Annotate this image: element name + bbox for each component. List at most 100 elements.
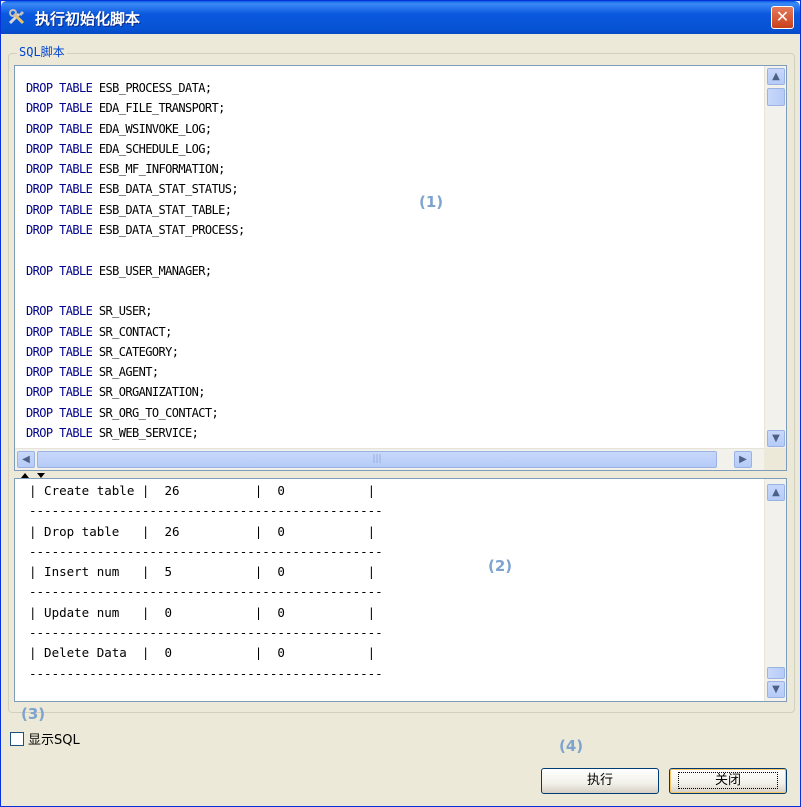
sql-table-name: ESB_DATA_STAT_TABLE; bbox=[92, 202, 232, 217]
close-button[interactable]: 关闭 bbox=[669, 768, 787, 794]
sql-line: DROP TABLE SR_CATEGORY; bbox=[26, 342, 245, 362]
sql-table-name: SR_WEB_SERVICE; bbox=[92, 426, 199, 441]
sql-script-content: DROP TABLE ESB_PROCESS_DATA; DROP TABLE E… bbox=[26, 78, 245, 443]
scroll-down-button[interactable]: ▼ bbox=[767, 430, 785, 447]
sql-table-name: SR_USER; bbox=[92, 304, 153, 319]
scroll-up-icon: ▲ bbox=[772, 487, 780, 498]
sql-line: DROP TABLE ESB_PROCESS_DATA; bbox=[26, 78, 245, 98]
sql-line: DROP TABLE ESB_USER_MANAGER; bbox=[26, 261, 245, 281]
dialog-window: 执行初始化脚本 ✕ SQL脚本 DROP TABLE ESB_PROCESS_D… bbox=[0, 0, 801, 807]
scroll-up-button[interactable]: ▲ bbox=[767, 68, 785, 85]
sql-keyword: DROP TABLE bbox=[26, 121, 93, 136]
annotation-marker-2: (2) bbox=[488, 557, 513, 575]
sql-keyword: DROP TABLE bbox=[26, 385, 93, 400]
sql-line: DROP TABLE ESB_DATA_STAT_STATUS; bbox=[26, 179, 245, 199]
result-separator: ----------------------------------------… bbox=[29, 503, 383, 519]
sql-keyword: DROP TABLE bbox=[26, 263, 93, 278]
sql-table-name: ESB_DATA_STAT_STATUS; bbox=[92, 182, 239, 197]
sql-keyword: DROP TABLE bbox=[26, 304, 93, 319]
scroll-thumb[interactable] bbox=[767, 88, 785, 106]
result-scroll-up-button[interactable]: ▲ bbox=[767, 484, 785, 501]
result-row: | Create table | 26 | 0 | bbox=[29, 483, 376, 498]
result-table-content: | Create table | 26 | 0 | ---------------… bbox=[29, 481, 383, 684]
sql-keyword: DROP TABLE bbox=[26, 344, 93, 359]
result-row: | Delete Data | 0 | 0 | bbox=[29, 645, 376, 661]
result-vertical-scrollbar[interactable]: ▲ ▼ bbox=[764, 479, 786, 701]
show-sql-label: 显示SQL bbox=[28, 733, 80, 748]
close-icon: ✕ bbox=[775, 7, 790, 26]
scroll-corner bbox=[764, 448, 786, 470]
sql-keyword: DROP TABLE bbox=[26, 141, 93, 156]
result-scroll-down-button[interactable]: ▼ bbox=[767, 681, 785, 698]
sql-table-name: EDA_FILE_TRANSPORT; bbox=[92, 101, 225, 116]
result-row: | Drop table | 26 | 0 | bbox=[29, 523, 376, 539]
sql-line: DROP TABLE SR_CONTACT; bbox=[26, 322, 245, 342]
sql-table-name: SR_CATEGORY; bbox=[92, 344, 179, 359]
sql-keyword: DROP TABLE bbox=[26, 324, 93, 339]
sql-keyword: DROP TABLE bbox=[26, 81, 93, 95]
sql-line: DROP TABLE EDA_SCHEDULE_LOG; bbox=[26, 139, 245, 159]
sql-keyword: DROP TABLE bbox=[26, 365, 93, 380]
result-separator: ----------------------------------------… bbox=[29, 584, 383, 600]
result-separator: ----------------------------------------… bbox=[29, 543, 383, 559]
scroll-left-icon: ◀ bbox=[22, 454, 30, 465]
sql-line: DROP TABLE ESB_DATA_STAT_PROCESS; bbox=[26, 220, 245, 240]
group-label: SQL脚本 bbox=[17, 43, 67, 60]
scroll-right-icon: ▶ bbox=[739, 454, 747, 465]
result-output-textarea[interactable]: | Create table | 26 | 0 | ---------------… bbox=[14, 478, 787, 702]
result-row: | Insert num | 5 | 0 | bbox=[29, 564, 376, 580]
scroll-up-icon: ▲ bbox=[772, 71, 780, 82]
annotation-marker-4: (4) bbox=[559, 737, 584, 755]
annotation-marker-1: (1) bbox=[419, 193, 444, 211]
scroll-down-icon: ▼ bbox=[772, 684, 780, 695]
sql-line: DROP TABLE ESB_MF_INFORMATION; bbox=[26, 159, 245, 179]
script-vertical-scrollbar[interactable]: ▲ ▼ bbox=[764, 66, 786, 449]
sql-line: DROP TABLE SR_ORGANIZATION; bbox=[26, 382, 245, 402]
sql-table-name: EDA_WSINVOKE_LOG; bbox=[92, 121, 212, 136]
sql-table-name: ESB_MF_INFORMATION; bbox=[92, 162, 225, 177]
sql-keyword: DROP TABLE bbox=[26, 182, 93, 197]
scroll-left-button[interactable]: ◀ bbox=[17, 451, 35, 468]
sql-table-name: ESB_PROCESS_DATA; bbox=[92, 81, 212, 95]
scroll-right-button[interactable]: ▶ bbox=[734, 451, 752, 468]
sql-table-name: ESB_DATA_STAT_PROCESS; bbox=[92, 223, 245, 238]
sql-line: DROP TABLE SR_USER; bbox=[26, 301, 245, 321]
close-window-button[interactable]: ✕ bbox=[771, 6, 794, 29]
sql-keyword: DROP TABLE bbox=[26, 223, 93, 238]
title-bar[interactable]: 执行初始化脚本 ✕ bbox=[1, 1, 800, 34]
result-row: | Update num | 0 | 0 | bbox=[29, 604, 376, 620]
annotation-marker-3: (3) bbox=[21, 705, 46, 723]
close-button-label: 关闭 bbox=[677, 772, 778, 789]
sql-keyword: DROP TABLE bbox=[26, 202, 93, 217]
show-sql-checkbox[interactable] bbox=[10, 731, 24, 746]
sql-line: DROP TABLE SR_WEB_SERVICE; bbox=[26, 423, 245, 443]
execute-button[interactable]: 执行 bbox=[541, 768, 659, 794]
sql-line: DROP TABLE SR_ORG_TO_CONTACT; bbox=[26, 403, 245, 423]
result-separator: ----------------------------------------… bbox=[29, 625, 383, 641]
show-sql-checkbox-row[interactable]: 显示SQL bbox=[10, 729, 80, 748]
horizontal-scroll-thumb[interactable]: ||| bbox=[37, 451, 717, 468]
result-separator: ----------------------------------------… bbox=[29, 665, 383, 681]
sql-keyword: DROP TABLE bbox=[26, 405, 93, 420]
sql-table-name: EDA_SCHEDULE_LOG; bbox=[92, 141, 212, 156]
sql-table-name: SR_ORG_TO_CONTACT; bbox=[92, 405, 219, 420]
sql-line: DROP TABLE EDA_WSINVOKE_LOG; bbox=[26, 119, 245, 139]
sql-line: DROP TABLE SR_AGENT; bbox=[26, 362, 245, 382]
sql-line: DROP TABLE EDA_FILE_TRANSPORT; bbox=[26, 98, 245, 118]
scroll-down-icon: ▼ bbox=[772, 433, 780, 444]
window-title: 执行初始化脚本 bbox=[35, 10, 141, 28]
script-horizontal-scrollbar[interactable]: ◀ ||| ▶ bbox=[15, 448, 786, 470]
sql-keyword: DROP TABLE bbox=[26, 101, 93, 116]
sql-line: DROP TABLE ESB_DATA_STAT_TABLE; bbox=[26, 200, 245, 220]
execute-button-label: 执行 bbox=[586, 773, 613, 788]
tools-icon bbox=[8, 9, 25, 25]
sql-table-name: SR_CONTACT; bbox=[92, 324, 172, 339]
grip-icon: ||| bbox=[372, 454, 382, 464]
sql-line bbox=[26, 240, 245, 260]
sql-keyword: DROP TABLE bbox=[26, 426, 93, 441]
sql-table-name: SR_ORGANIZATION; bbox=[92, 385, 206, 400]
sql-table-name: SR_AGENT; bbox=[92, 365, 159, 380]
result-scroll-thumb[interactable] bbox=[767, 667, 785, 679]
sql-script-textarea[interactable]: DROP TABLE ESB_PROCESS_DATA; DROP TABLE E… bbox=[14, 65, 787, 471]
sql-table-name: ESB_USER_MANAGER; bbox=[92, 263, 212, 278]
